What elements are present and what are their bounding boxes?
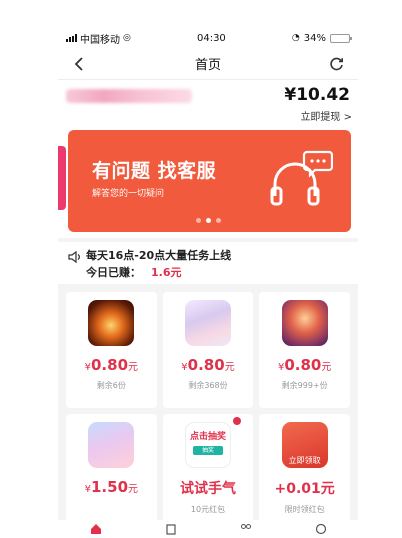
signal-icon: [66, 34, 77, 42]
task-remaining: 剩余999+份: [281, 381, 328, 390]
carousel-dot[interactable]: [196, 218, 201, 223]
withdraw-link[interactable]: 立即提现 >: [300, 108, 352, 123]
game-icon: [184, 300, 231, 346]
task-price: ¥0.80元: [181, 356, 235, 374]
task-card[interactable]: ¥0.80元 剩余6份: [66, 292, 157, 408]
red-packet-title: +0.01元: [274, 481, 335, 497]
announcement-text: 每天16点-20点大量任务上线: [86, 249, 232, 262]
lottery-icon-text: 点击抽奖: [189, 432, 226, 442]
wifi-icon: ◎: [123, 33, 131, 43]
banner-subtitle: 解答您的一切疑问: [92, 189, 165, 199]
earned-amount: 1.6元: [151, 266, 182, 279]
battery-percent: 34%: [303, 32, 326, 44]
red-packet-subtitle: 限时领红包: [284, 505, 325, 514]
blurred-username: [66, 89, 192, 103]
task-price: ¥0.80元: [84, 356, 139, 374]
red-packet-card[interactable]: 立即领取 +0.01元 限时领红包: [259, 414, 350, 530]
bottom-tab-bar: [58, 520, 358, 538]
side-accent: [58, 146, 66, 210]
refresh-icon[interactable]: [326, 53, 348, 75]
alarm-icon: ◔: [291, 33, 300, 43]
lottery-title: 试试手气: [179, 481, 236, 497]
nav-bar: 首页: [58, 48, 358, 80]
speaker-icon: [68, 250, 80, 264]
app-icon: [88, 422, 135, 468]
chevron-left-icon[interactable]: [68, 53, 90, 75]
task-price: ¥1.50元: [84, 478, 139, 496]
task-price: ¥0.80元: [277, 356, 332, 374]
banner-title: 有问题 找客服: [92, 160, 217, 182]
battery-icon: [330, 33, 352, 43]
announcement-bar: 每天16点-20点大量任务上线 今日已赚： 1.6元: [58, 242, 358, 284]
lottery-icon-button: 抽奖: [192, 446, 223, 455]
balance-section: ¥10.42 立即提现 >: [58, 80, 358, 126]
carousel-dots: [196, 218, 221, 223]
banner-area: 有问题 找客服 解答您的一切疑问: [58, 126, 358, 238]
headset-icon: [270, 150, 333, 206]
game-icon: [281, 300, 328, 346]
apps-tab-icon[interactable]: [239, 522, 253, 536]
task-grid: ¥0.80元 剩余6份 ¥0.80元 剩余368份 ¥0.80元 剩余999+份…: [58, 284, 358, 530]
home-tab-icon[interactable]: [89, 522, 103, 536]
task-card[interactable]: ¥1.50元: [66, 414, 157, 530]
lottery-subtitle: 10元红包: [190, 505, 226, 514]
task-remaining: 剩余368份: [188, 381, 228, 390]
phone-screen: 中国移动 ◎ 04:30 ◔ 34% 首页 ¥10.42 立即提现 > 有问题 …: [58, 28, 358, 538]
carousel-dot[interactable]: [206, 218, 211, 223]
task-tab-icon[interactable]: [164, 522, 178, 536]
red-packet-icon: 立即领取: [281, 422, 328, 468]
task-card[interactable]: ¥0.80元 剩余368份: [162, 292, 254, 408]
lottery-card[interactable]: 点击抽奖 抽奖 试试手气 10元红包: [162, 414, 254, 530]
task-remaining: 剩余6份: [96, 381, 126, 390]
page-title: 首页: [194, 58, 221, 73]
earned-label: 今日已赚：: [86, 266, 141, 279]
task-card[interactable]: ¥0.80元 剩余999+份: [259, 292, 350, 408]
balance-amount: ¥10.42: [284, 85, 350, 105]
red-packet-tag: 立即领取: [288, 456, 321, 465]
notification-dot: [233, 417, 242, 425]
game-icon: [88, 300, 135, 346]
carousel-dot[interactable]: [216, 218, 221, 223]
lottery-icon: 点击抽奖 抽奖: [184, 422, 231, 468]
carrier-label: 中国移动: [80, 34, 120, 46]
clock: 04:30: [196, 32, 226, 44]
status-bar: 中国移动 ◎ 04:30 ◔ 34%: [58, 28, 358, 48]
profile-tab-icon[interactable]: [314, 522, 328, 536]
customer-service-banner[interactable]: 有问题 找客服 解答您的一切疑问: [68, 130, 351, 232]
